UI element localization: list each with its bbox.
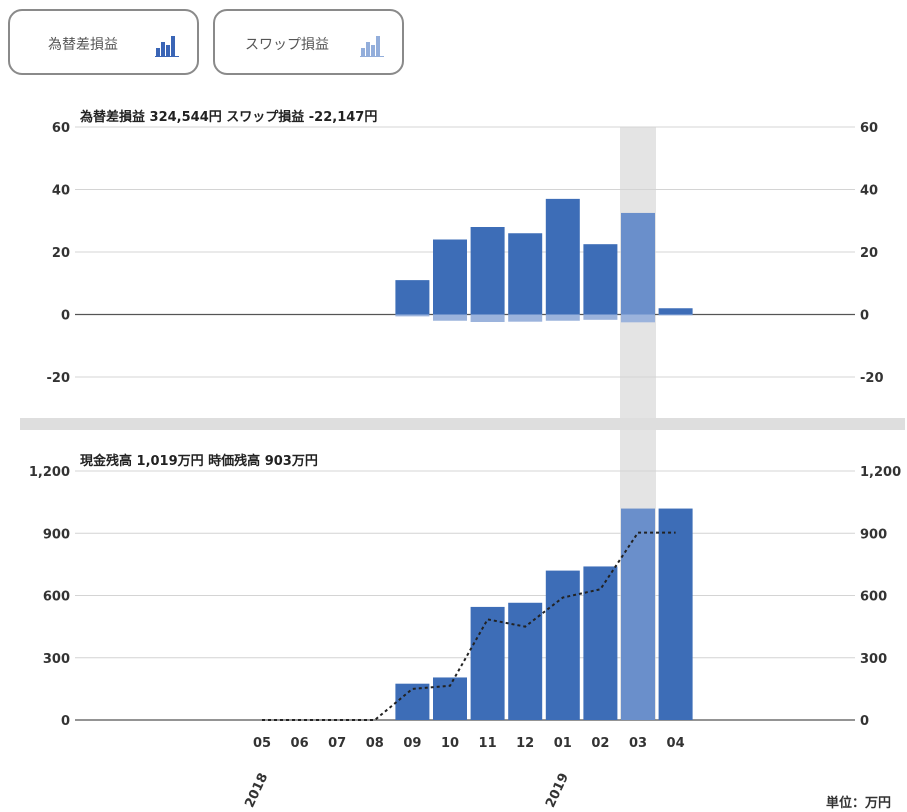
x-tick-label: 07 <box>328 736 346 751</box>
y-tick-right: 1,200 <box>860 465 901 480</box>
top-chart-header: 為替差損益 324,544円 スワップ損益 -22,147円 <box>80 109 377 125</box>
fx-pl-bar <box>583 244 618 315</box>
swap-pl-bar <box>395 314 430 317</box>
x-tick-label: 11 <box>479 736 497 751</box>
panel-separator <box>20 418 905 430</box>
x-tick-label: 05 <box>253 736 271 751</box>
y-tick-left: 900 <box>43 527 70 542</box>
y-tick-right: 40 <box>860 184 878 199</box>
y-tick-right: 60 <box>860 121 878 136</box>
y-tick-left: -20 <box>47 371 71 386</box>
y-tick-left: 600 <box>43 590 70 605</box>
cash-balance-bar <box>658 508 693 720</box>
y-tick-left: 60 <box>52 121 70 136</box>
cash-balance-bar <box>470 606 505 720</box>
y-tick-left: 1,200 <box>29 465 70 480</box>
fx-pl-bar <box>395 280 430 315</box>
swap-pl-bar <box>545 314 580 321</box>
cash-balance-bar <box>395 683 430 720</box>
x-tick-label: 03 <box>629 736 647 751</box>
y-tick-right: -20 <box>860 371 884 386</box>
x-tick-label: 10 <box>441 736 459 751</box>
swap-pl-bar <box>583 314 618 320</box>
x-tick-label: 12 <box>516 736 534 751</box>
swap-pl-bar <box>658 314 693 316</box>
cash-balance-bar <box>545 570 580 720</box>
cash-balance-bar <box>583 566 618 720</box>
y-tick-right: 0 <box>860 714 869 729</box>
year-label: 2019 <box>543 771 572 810</box>
fx-pl-bar <box>658 308 693 315</box>
swap-pl-bar <box>508 314 543 322</box>
y-tick-left: 300 <box>43 652 70 667</box>
y-tick-right: 300 <box>860 652 887 667</box>
fx-pl-bar <box>470 227 505 315</box>
x-tick-label: 02 <box>591 736 609 751</box>
swap-pl-bar <box>621 314 655 323</box>
x-tick-label: 09 <box>403 736 421 751</box>
y-tick-left: 40 <box>52 184 70 199</box>
y-tick-left: 20 <box>52 246 70 261</box>
y-tick-left: 0 <box>61 309 70 324</box>
x-tick-label: 06 <box>291 736 309 751</box>
y-tick-left: 0 <box>61 714 70 729</box>
cash-balance-bar <box>508 602 543 720</box>
fx-pl-bar <box>433 239 467 315</box>
cash-balance-bar <box>433 677 467 720</box>
year-label: 2018 <box>242 771 271 810</box>
bottom-chart-header: 現金残高 1,019万円 時価残高 903万円 <box>80 453 318 469</box>
x-tick-label: 08 <box>366 736 384 751</box>
swap-pl-bar <box>433 314 467 321</box>
y-tick-right: 900 <box>860 527 887 542</box>
fx-pl-bar <box>545 198 580 315</box>
y-tick-right: 600 <box>860 590 887 605</box>
chart-canvas: 為替差損益 324,544円 スワップ損益 -22,147円 60 60 40 40 20… <box>20 109 905 811</box>
fx-pl-bar <box>621 212 655 315</box>
cash-balance-bar <box>621 508 655 720</box>
y-tick-right: 0 <box>860 309 869 324</box>
x-tick-label: 01 <box>554 736 572 751</box>
y-tick-right: 20 <box>860 246 878 261</box>
swap-pl-bar <box>470 314 505 322</box>
x-tick-label: 04 <box>667 736 685 751</box>
unit-label: 単位：万円 <box>826 795 891 811</box>
fx-pl-bar <box>508 233 543 315</box>
